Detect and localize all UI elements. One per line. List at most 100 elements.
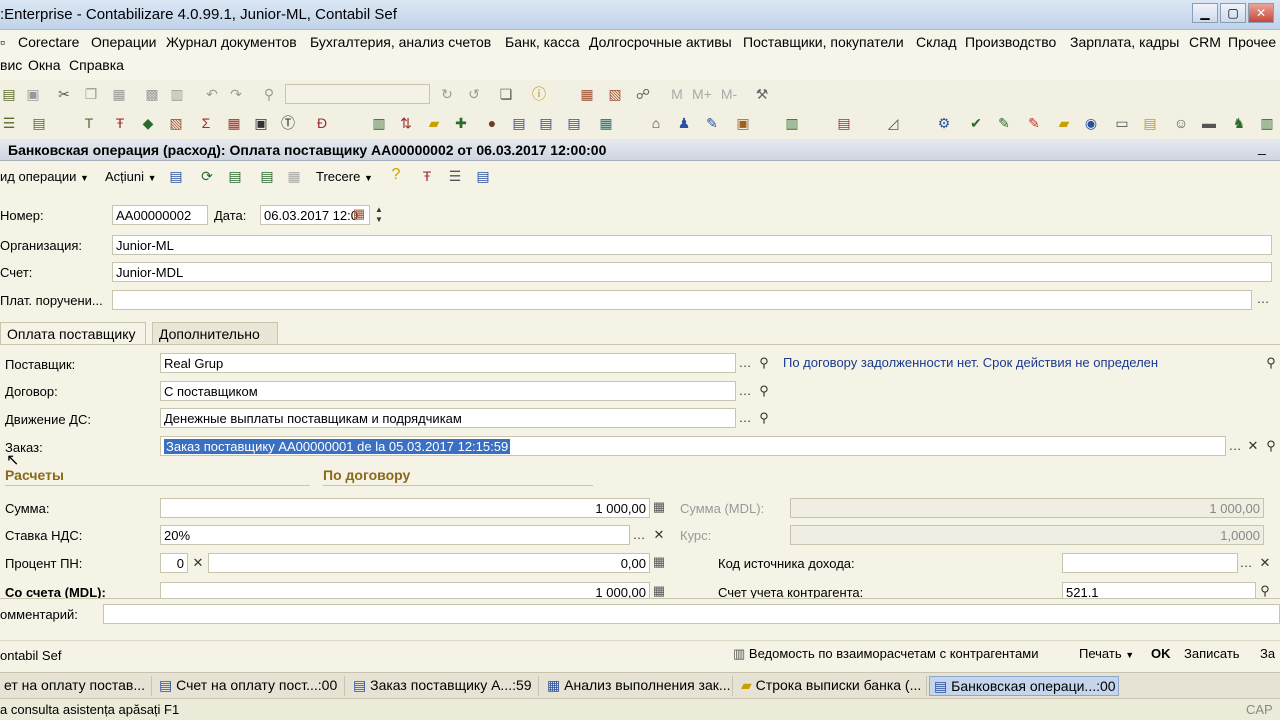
- so-scheta-field[interactable]: 1 000,00: [160, 582, 650, 598]
- post-icon[interactable]: ▤: [167, 167, 185, 185]
- triangle-icon[interactable]: ◿: [884, 114, 902, 132]
- stack-icon[interactable]: ▤: [835, 114, 853, 132]
- search-combo[interactable]: [285, 84, 430, 104]
- tools-icon[interactable]: ⚒: [753, 85, 771, 103]
- check-icon[interactable]: ✔: [967, 114, 985, 132]
- dvizhenie-search-icon[interactable]: ⚲: [755, 410, 773, 428]
- menu-zhurnal[interactable]: Журнал документов: [166, 34, 297, 50]
- movements-icon[interactable]: ☰: [446, 167, 464, 185]
- postavshik-select-button[interactable]: …: [736, 355, 754, 373]
- refresh-icon[interactable]: ⟳: [198, 167, 216, 185]
- pn-calculator-icon[interactable]: ▦: [650, 554, 668, 572]
- task-stroka-vypiski[interactable]: ▰ Строка выписки банка (...: [737, 676, 927, 696]
- memory-m-icon[interactable]: M: [668, 85, 686, 103]
- add-folder-icon[interactable]: ✚: [452, 114, 470, 132]
- zakryt-button[interactable]: За: [1260, 646, 1275, 661]
- maximize-button[interactable]: ▢: [1220, 3, 1246, 23]
- kod-field[interactable]: [1062, 553, 1238, 573]
- base-doc-icon[interactable]: ▤: [258, 167, 276, 185]
- preview-icon[interactable]: ▥: [168, 85, 186, 103]
- lock-icon[interactable]: ◉: [1082, 114, 1100, 132]
- trecere-menu[interactable]: Trecere ▼: [316, 169, 373, 184]
- pen-icon[interactable]: ✎: [703, 114, 721, 132]
- books-icon[interactable]: ▥: [783, 114, 801, 132]
- search-next-icon[interactable]: ↻: [438, 85, 456, 103]
- search-prev-icon[interactable]: ↺: [465, 85, 483, 103]
- schet-kontr-search-icon[interactable]: ⚲: [1256, 583, 1274, 598]
- structure-icon[interactable]: ▦: [285, 167, 303, 185]
- help-icon[interactable]: ?: [387, 166, 405, 184]
- car-icon[interactable]: ▬: [1200, 114, 1218, 132]
- task-schet-na-oplatu-1[interactable]: ет на оплату постав...: [0, 676, 152, 696]
- calendar2-icon[interactable]: ▧: [167, 114, 185, 132]
- postavshik-field[interactable]: Real Grup: [160, 353, 736, 373]
- postavshik-search-icon[interactable]: ⚲: [755, 355, 773, 373]
- menu-zarplata[interactable]: Зарплата, кадры: [1070, 34, 1179, 50]
- kod-clear-button[interactable]: ✕: [1256, 555, 1274, 573]
- task-schet-na-oplatu-2[interactable]: ▤ Счет на оплату пост...:00: [155, 676, 345, 696]
- org-field[interactable]: Junior-ML: [112, 235, 1272, 255]
- zakaz-select-button[interactable]: …: [1226, 438, 1244, 456]
- docs2-icon[interactable]: ▤: [537, 114, 555, 132]
- list2-icon[interactable]: ▤: [474, 167, 492, 185]
- table-icon[interactable]: ▣: [252, 114, 270, 132]
- find-icon[interactable]: ⚲: [260, 85, 278, 103]
- summa-calculator-icon[interactable]: ▦: [650, 499, 668, 517]
- windows-icon[interactable]: ❏: [497, 85, 515, 103]
- actions-menu[interactable]: Acțiuni ▼: [105, 169, 157, 184]
- dt-kt-icon[interactable]: Ŧ: [111, 114, 129, 132]
- date-calendar-icon[interactable]: ▦: [350, 206, 368, 224]
- docs3-icon[interactable]: ▤: [565, 114, 583, 132]
- paste-icon[interactable]: ▦: [110, 85, 128, 103]
- vedomost-button[interactable]: ▥ Ведомость по взаиморасчетам с контраге…: [733, 646, 1038, 662]
- box-icon[interactable]: ▣: [734, 114, 752, 132]
- settings-icon[interactable]: ⚙: [935, 114, 953, 132]
- zakaz-search-icon[interactable]: ⚲: [1262, 438, 1280, 456]
- text-icon[interactable]: T: [80, 114, 98, 132]
- chart2-icon[interactable]: ▥: [1258, 114, 1276, 132]
- op-type-menu[interactable]: ид операции ▼: [0, 169, 89, 184]
- people-icon[interactable]: ♞: [1230, 114, 1248, 132]
- chart-icon[interactable]: ▥: [370, 114, 388, 132]
- plat-select-button[interactable]: …: [1254, 291, 1272, 309]
- memory-minus-icon[interactable]: M-: [720, 85, 738, 103]
- dk-icon[interactable]: Đ: [313, 114, 331, 132]
- plat-field[interactable]: [112, 290, 1252, 310]
- sum-icon[interactable]: Σ: [197, 114, 215, 132]
- dvizhenie-select-button[interactable]: …: [736, 410, 754, 428]
- nds-select-button[interactable]: …: [630, 527, 648, 545]
- pn-clear-button[interactable]: ✕: [189, 555, 207, 573]
- menu-okna[interactable]: Окна: [28, 57, 61, 73]
- summa-field[interactable]: 1 000,00: [160, 498, 650, 518]
- menu-corectare[interactable]: Corectare: [18, 34, 79, 50]
- pechat-menu[interactable]: Печать ▼: [1079, 646, 1134, 661]
- report-icon[interactable]: ▦: [225, 114, 243, 132]
- memory-plus-icon[interactable]: M+: [692, 85, 712, 103]
- bag-icon[interactable]: ●: [483, 114, 501, 132]
- menu-postavshiki[interactable]: Поставщики, покупатели: [743, 34, 904, 50]
- journal-icon[interactable]: ▤: [30, 114, 48, 132]
- user-icon[interactable]: ☺: [1172, 114, 1190, 132]
- menu-operatsii[interactable]: Операции: [91, 34, 157, 50]
- tab-oplata[interactable]: Оплата поставщику: [0, 322, 146, 344]
- menu-crm[interactable]: CRM: [1189, 34, 1221, 50]
- menu-dolgosrochnye[interactable]: Долгосрочные активы: [589, 34, 732, 50]
- dogovor-select-button[interactable]: …: [736, 383, 754, 401]
- bank-icon[interactable]: ⌂: [647, 114, 665, 132]
- edit-icon[interactable]: ✎: [995, 114, 1013, 132]
- info-search-icon[interactable]: ⚲: [1262, 355, 1280, 373]
- print-icon[interactable]: ▩: [143, 85, 161, 103]
- text-frame-icon[interactable]: Ⓣ: [279, 114, 297, 132]
- schet-kontr-field[interactable]: 521.1: [1062, 582, 1256, 598]
- delete-mark-icon[interactable]: ✎: [1025, 114, 1043, 132]
- nds-clear-button[interactable]: ✕: [650, 527, 668, 545]
- dogovor-search-icon[interactable]: ⚲: [755, 383, 773, 401]
- redo-icon[interactable]: ↷: [227, 85, 245, 103]
- dvizhenie-field[interactable]: Денежные выплаты поставщикам и подрядчик…: [160, 408, 736, 428]
- open-folder-icon[interactable]: ▰: [1055, 114, 1073, 132]
- new-icon[interactable]: ▤: [0, 85, 18, 103]
- worker-icon[interactable]: ♟: [675, 114, 693, 132]
- minimize-button[interactable]: ▁: [1192, 3, 1218, 23]
- arrows-icon[interactable]: ⇅: [397, 114, 415, 132]
- calculator-icon[interactable]: ▦: [578, 85, 596, 103]
